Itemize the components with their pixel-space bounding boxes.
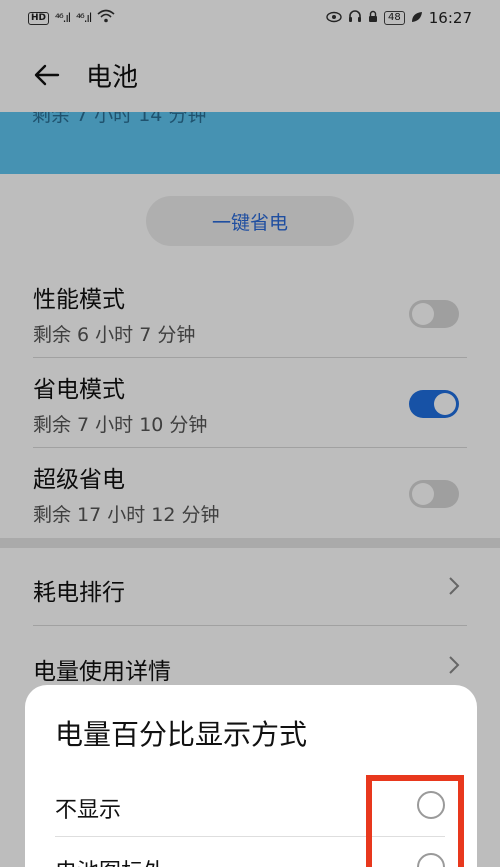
annotation-highlight-box — [366, 775, 464, 867]
option-label: 电池图标外 — [55, 854, 165, 867]
dialog-title: 电量百分比显示方式 — [55, 718, 308, 751]
option-label: 不显示 — [55, 798, 122, 823]
